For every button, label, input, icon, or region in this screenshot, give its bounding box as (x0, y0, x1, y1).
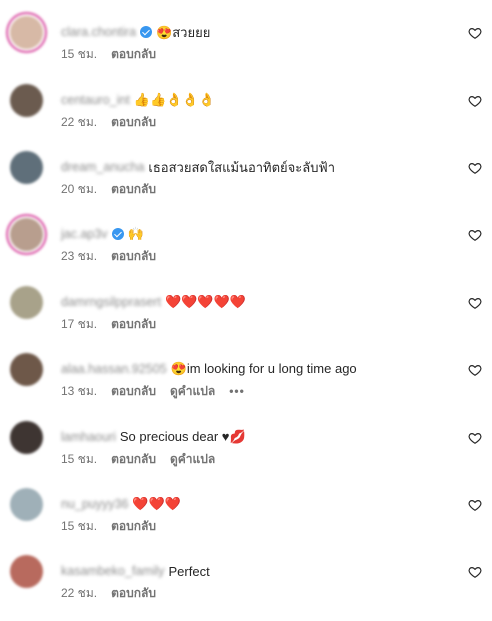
comment-meta: 15 ชม. ตอบกลับ (61, 45, 170, 63)
comment-item: alaa.hassan.92505 😍im looking for u long… (0, 353, 492, 419)
reply-button[interactable]: ตอบกลับ (111, 315, 156, 334)
comment-body: alaa.hassan.92505 😍im looking for u long… (61, 359, 452, 379)
comment-meta: 22 ชม. ตอบกลับ (61, 113, 170, 131)
reply-button[interactable]: ตอบกลับ (111, 584, 156, 603)
comment-username[interactable]: centauro_int (61, 93, 130, 107)
comment-username[interactable]: clara.chontira (61, 25, 136, 39)
reply-button[interactable]: ตอบกลับ (111, 180, 156, 199)
comment-item: nu_puyyy36 ❤️❤️❤️ 15 ชม. ตอบกลับ (0, 488, 492, 554)
comment-meta: 23 ชม. ตอบกลับ (61, 247, 170, 265)
comment-item: jac.ap3v 🙌 23 ชม. ตอบกลับ (0, 218, 492, 284)
comment-meta: 20 ชม. ตอบกลับ (61, 180, 170, 198)
comment-time: 13 ชม. (61, 383, 98, 398)
like-heart-icon[interactable] (468, 565, 482, 579)
like-heart-icon[interactable] (468, 94, 482, 108)
comment-text: เธอสวยสดใสแม้นอาทิตย์จะลับฟ้า (148, 159, 335, 175)
comment-meta: 13 ชม. ตอบกลับ ดูคำแปล ••• (61, 382, 245, 400)
comment-time: 15 ชม. (61, 46, 98, 61)
comment-username[interactable]: lamhaouri (61, 430, 116, 444)
comment-time: 23 ชม. (61, 248, 98, 263)
comment-body: damrngsilpprasert ❤️❤️❤️❤️❤️ (61, 292, 452, 312)
comment-username[interactable]: nu_puyyy36 (61, 497, 128, 511)
comment-body: kasambeko_family Perfect (61, 561, 452, 581)
comment-time: 17 ชม. (61, 316, 98, 331)
comment-time: 22 ชม. (61, 114, 98, 129)
like-heart-icon[interactable] (468, 296, 482, 310)
comment-body: centauro_int 👍👍👌👌👌 (61, 90, 452, 110)
avatar[interactable] (10, 151, 43, 184)
comment-body: lamhaouri So precious dear ♥💋 (61, 427, 452, 447)
reply-button[interactable]: ตอบกลับ (111, 113, 156, 132)
reply-button[interactable]: ตอบกลับ (111, 450, 156, 469)
comment-body: jac.ap3v 🙌 (61, 224, 452, 244)
comment-text: 😍im looking for u long time ago (170, 361, 357, 376)
avatar[interactable] (10, 421, 43, 454)
comment-item: dream_anucha เธอสวยสดใสแม้นอาทิตย์จะลับฟ… (0, 151, 492, 217)
comment-time: 15 ชม. (61, 451, 98, 466)
reply-button[interactable]: ตอบกลับ (111, 247, 156, 266)
see-translation-button[interactable]: ดูคำแปล (170, 382, 215, 401)
comment-meta: 22 ชม. ตอบกลับ (61, 584, 170, 602)
see-translation-button[interactable]: ดูคำแปล (170, 450, 215, 469)
like-heart-icon[interactable] (468, 228, 482, 242)
avatar[interactable] (10, 488, 43, 521)
comment-text: 🙌 (127, 226, 144, 241)
avatar[interactable] (10, 555, 43, 588)
comment-meta: 15 ชม. ตอบกลับ ดูคำแปล (61, 450, 229, 468)
like-heart-icon[interactable] (468, 363, 482, 377)
reply-button[interactable]: ตอบกลับ (111, 382, 156, 401)
comment-item: kasambeko_family Perfect 22 ชม. ตอบกลับ (0, 555, 492, 621)
reply-button[interactable]: ตอบกลับ (111, 517, 156, 536)
comment-list: clara.chontira 😍สวยยย 15 ชม. ตอบกลับ cen… (0, 0, 492, 618)
avatar[interactable] (10, 286, 43, 319)
comment-text: So precious dear ♥💋 (119, 429, 246, 444)
like-heart-icon[interactable] (468, 431, 482, 445)
comment-body: dream_anucha เธอสวยสดใสแม้นอาทิตย์จะลับฟ… (61, 157, 452, 177)
comment-username[interactable]: dream_anucha (61, 160, 144, 174)
comment-meta: 15 ชม. ตอบกลับ (61, 517, 170, 535)
comment-text: ❤️❤️❤️❤️❤️ (165, 294, 246, 309)
comment-text: 👍👍👌👌👌 (133, 92, 215, 107)
comment-text: 😍สวยยย (156, 24, 211, 40)
avatar[interactable] (10, 353, 43, 386)
comment-meta: 17 ชม. ตอบกลับ (61, 315, 170, 333)
comment-time: 20 ชม. (61, 181, 98, 196)
avatar[interactable] (10, 16, 43, 49)
reply-button[interactable]: ตอบกลับ (111, 45, 156, 64)
more-options-button[interactable]: ••• (229, 384, 245, 398)
comment-body: clara.chontira 😍สวยยย (61, 22, 452, 42)
verified-badge-icon (140, 26, 153, 38)
comment-time: 22 ชม. (61, 585, 98, 600)
comment-time: 15 ชม. (61, 518, 98, 533)
comment-text: ❤️❤️❤️ (132, 496, 181, 511)
comment-username[interactable]: damrngsilpprasert (61, 295, 161, 309)
comment-item: clara.chontira 😍สวยยย 15 ชม. ตอบกลับ (0, 16, 492, 82)
like-heart-icon[interactable] (468, 161, 482, 175)
comment-item: centauro_int 👍👍👌👌👌 22 ชม. ตอบกลับ (0, 84, 492, 150)
comment-item: damrngsilpprasert ❤️❤️❤️❤️❤️ 17 ชม. ตอบก… (0, 286, 492, 352)
comment-body: nu_puyyy36 ❤️❤️❤️ (61, 494, 452, 514)
like-heart-icon[interactable] (468, 498, 482, 512)
comment-username[interactable]: kasambeko_family (61, 564, 165, 578)
verified-badge-icon (111, 228, 124, 240)
avatar[interactable] (10, 218, 43, 251)
comment-username[interactable]: jac.ap3v (61, 227, 108, 241)
like-heart-icon[interactable] (468, 26, 482, 40)
comment-text: Perfect (168, 563, 210, 579)
comment-item: lamhaouri So precious dear ♥💋 15 ชม. ตอบ… (0, 421, 492, 487)
comment-username[interactable]: alaa.hassan.92505 (61, 362, 167, 376)
avatar[interactable] (10, 84, 43, 117)
